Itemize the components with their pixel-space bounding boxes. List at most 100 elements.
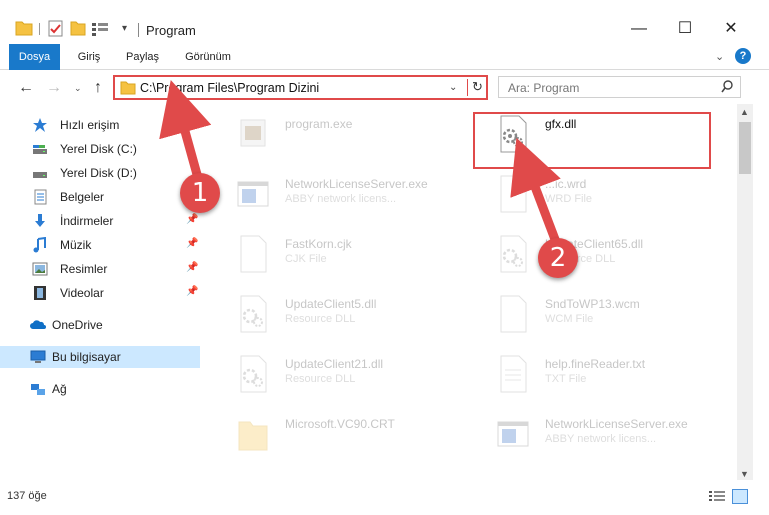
sidebar-item-local-disk-c[interactable]: Yerel Disk (C:) — [0, 138, 200, 160]
list-item[interactable]: NetworkLicenseServer.exe ABBY network li… — [475, 406, 725, 462]
maximize-button[interactable]: ☐ — [662, 14, 708, 44]
documents-icon — [34, 189, 47, 205]
list-item[interactable]: ...ic.wrd WRD File — [475, 166, 725, 222]
search-icon[interactable] — [721, 80, 734, 93]
file-type: TXT File — [545, 373, 587, 385]
sidebar-item-label: Resimler — [60, 262, 108, 276]
blank-file-icon — [240, 235, 267, 273]
folder-icon — [238, 421, 268, 451]
properties-check-icon[interactable] — [48, 20, 64, 37]
address-separator — [467, 79, 468, 96]
drive-icon — [33, 145, 47, 154]
drive-icon — [33, 172, 47, 178]
dll-gear-icon — [500, 235, 527, 273]
details-view-icon[interactable] — [709, 490, 725, 503]
up-arrow-icon[interactable]: ↑ — [94, 79, 102, 97]
sidebar-item-label: Yerel Disk (C:) — [60, 142, 137, 156]
refresh-icon[interactable]: ↻ — [472, 79, 483, 95]
sidebar-item-label: Yerel Disk (D:) — [60, 166, 137, 180]
address-bar[interactable]: C:\Program Files\Program Dizini ⌄ ↻ — [113, 75, 488, 100]
help-icon[interactable]: ? — [735, 48, 751, 64]
address-path[interactable]: C:\Program Files\Program Dizini — [140, 81, 319, 95]
sidebar-item-music[interactable]: Müzik 📌 — [0, 234, 200, 256]
title-separator — [138, 23, 139, 37]
tab-giris[interactable]: Giriş — [76, 44, 102, 70]
list-item[interactable]: NetworkLicenseServer.exe ABBY network li… — [215, 166, 465, 222]
sidebar-item-documents[interactable]: Belgeler 📌 — [0, 186, 200, 208]
quick-access-dropdown-icon[interactable]: ▾ — [122, 23, 127, 34]
minimize-button[interactable]: — — [616, 14, 662, 44]
dll-gear-icon — [240, 355, 267, 393]
sidebar-item-videos[interactable]: Videolar 📌 — [0, 282, 200, 304]
folder-icon — [120, 81, 136, 95]
sidebar-item-this-pc[interactable]: Bu bilgisayar — [0, 346, 200, 368]
sidebar-item-onedrive[interactable]: OneDrive — [0, 314, 200, 336]
item-count: 137 öğe — [7, 490, 47, 502]
file-type: ABBY network licens... — [545, 433, 657, 445]
list-item[interactable]: SndToWP13.wcm WCM File — [475, 286, 725, 342]
sidebar-item-label: Belgeler — [60, 190, 105, 204]
list-item[interactable]: UpdateClient21.dll Resource DLL — [215, 346, 465, 402]
file-name: NetworkLicenseServer.exe — [285, 177, 428, 191]
sidebar-item-label: Müzik — [60, 238, 92, 252]
vertical-scrollbar[interactable]: ▲ ▼ — [737, 104, 753, 480]
scroll-up-icon[interactable]: ▲ — [740, 107, 749, 117]
network-icon — [31, 384, 45, 395]
music-icon — [33, 237, 46, 253]
file-type: WCM File — [545, 313, 594, 325]
file-type: Resource DLL — [285, 313, 356, 325]
back-arrow-icon[interactable]: ← — [18, 79, 34, 97]
dll-gear-icon — [240, 295, 267, 333]
pin-icon[interactable]: 📌 — [186, 286, 198, 297]
search-box[interactable]: Ara: Program — [498, 76, 741, 98]
sidebar-item-quick-access[interactable]: Hızlı erişim — [0, 114, 200, 136]
ribbon-expand-icon[interactable]: ⌄ — [715, 50, 724, 63]
file-name: ...ic.wrd — [545, 177, 587, 191]
address-dropdown-icon[interactable]: ⌄ — [449, 82, 457, 93]
sidebar-item-pictures[interactable]: Resimler 📌 — [0, 258, 200, 280]
file-name: NetworkLicenseServer.exe — [545, 417, 688, 431]
sidebar-item-label: İndirmeler — [60, 214, 114, 228]
search-input[interactable]: Ara: Program — [508, 81, 579, 95]
file-type: ABBY network licens... — [285, 193, 397, 205]
sidebar-item-downloads[interactable]: İndirmeler 📌 — [0, 210, 200, 232]
recent-locations-icon[interactable]: ⌄ — [74, 83, 82, 94]
file-type: WRD File — [545, 193, 593, 205]
download-icon — [35, 214, 45, 227]
sidebar-item-label: Ağ — [52, 382, 67, 396]
sidebar-item-network[interactable]: Ağ — [0, 378, 200, 400]
highlight-box — [473, 112, 711, 169]
sidebar-item-local-disk-d[interactable]: Yerel Disk (D:) — [0, 162, 200, 184]
computer-icon — [30, 350, 46, 363]
navigation-pane: Hızlı erişim Yerel Disk (C:) Yerel Disk … — [0, 108, 205, 480]
folder-icon[interactable] — [15, 20, 33, 36]
blank-file-icon — [500, 295, 527, 333]
list-item[interactable]: program.exe — [215, 106, 465, 162]
toolbar-separator — [39, 23, 40, 35]
list-item[interactable]: FastKorn.cjk CJK File — [215, 226, 465, 282]
pictures-icon — [32, 262, 48, 276]
tab-gorunum[interactable]: Görünüm — [184, 44, 232, 70]
list-item[interactable]: Microsoft.VC90.CRT — [215, 406, 465, 462]
list-item[interactable]: UpdateClient65.dll Resource DLL — [475, 226, 725, 282]
file-name: SndToWP13.wcm — [545, 297, 640, 311]
callout-1: 1 — [180, 173, 220, 213]
new-folder-icon[interactable] — [70, 20, 86, 36]
pin-icon[interactable]: 📌 — [186, 262, 198, 273]
cloud-icon — [30, 320, 46, 329]
customize-icon[interactable] — [91, 22, 111, 36]
close-button[interactable]: ✕ — [708, 14, 754, 44]
tab-paylas[interactable]: Paylaş — [126, 44, 159, 70]
list-item[interactable]: help.fineReader.txt TXT File — [475, 346, 725, 402]
star-icon — [33, 118, 47, 132]
list-item[interactable]: UpdateClient5.dll Resource DLL — [215, 286, 465, 342]
title-bar: ▾ Program — ☐ ✕ — [0, 0, 769, 42]
pin-icon[interactable]: 📌 — [186, 214, 198, 225]
tab-dosya[interactable]: Dosya — [9, 44, 60, 70]
large-icons-view-icon[interactable] — [732, 489, 748, 504]
scroll-thumb[interactable] — [739, 122, 751, 174]
window-title: Program — [146, 23, 196, 38]
scroll-down-icon[interactable]: ▼ — [740, 469, 749, 479]
pin-icon[interactable]: 📌 — [186, 238, 198, 249]
forward-arrow-icon[interactable]: → — [46, 79, 62, 97]
